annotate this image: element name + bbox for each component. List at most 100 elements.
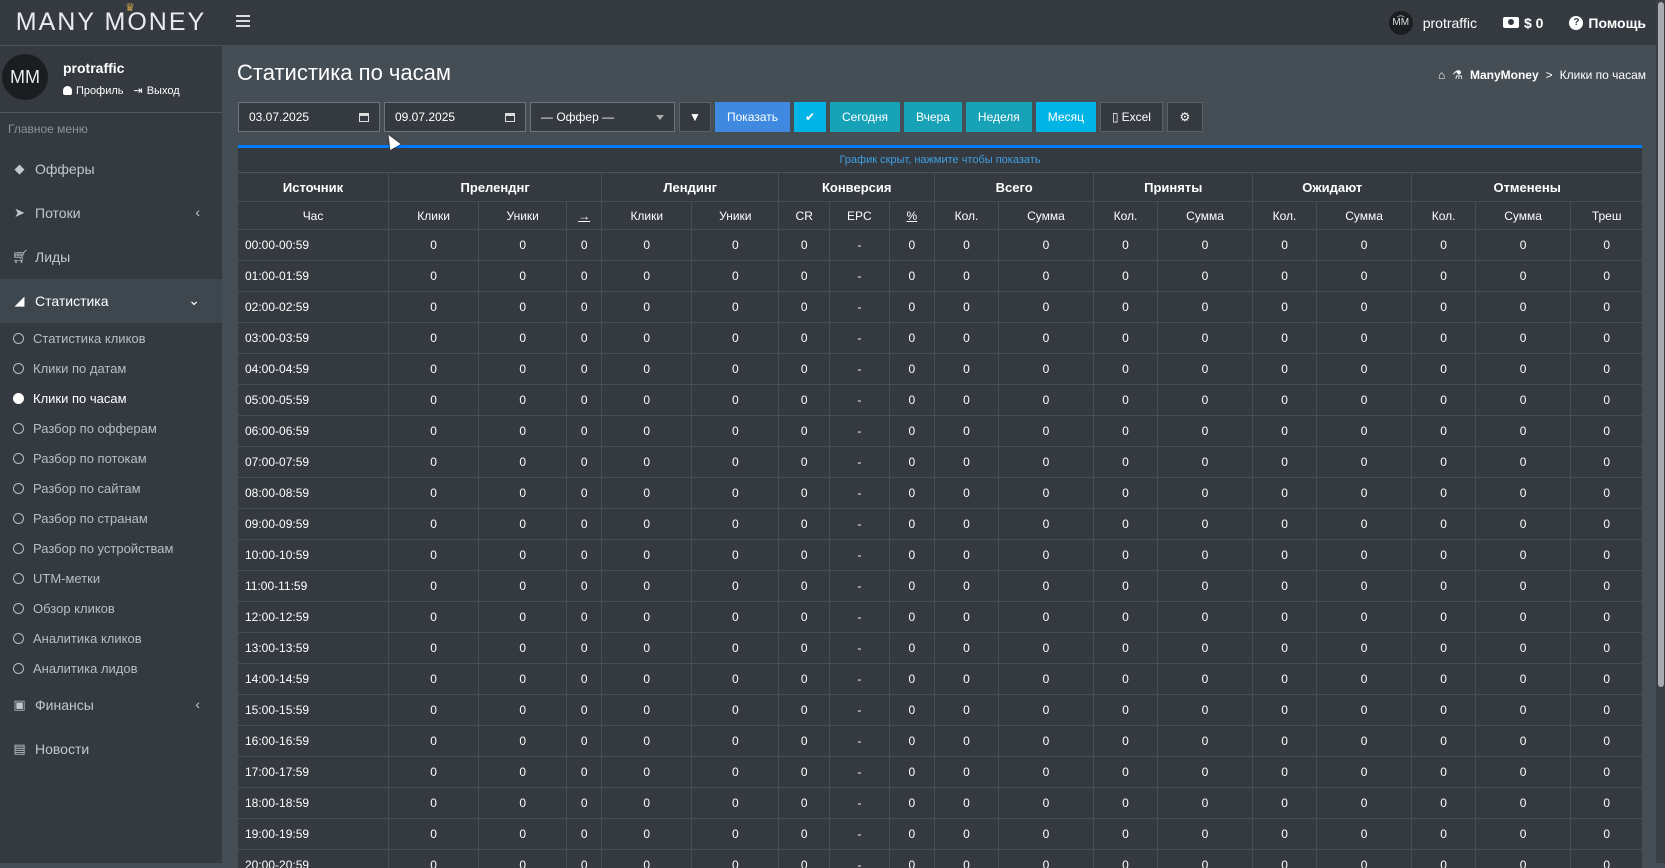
table-cell: 0 bbox=[567, 757, 602, 788]
yesterday-button[interactable]: Вчера bbox=[904, 102, 962, 132]
month-button[interactable]: Месяц bbox=[1036, 102, 1096, 132]
table-cell: 0 bbox=[935, 602, 999, 633]
table-cell: 0 bbox=[1475, 230, 1570, 261]
column-header[interactable]: CR bbox=[779, 202, 830, 230]
table-cell: 0 bbox=[998, 757, 1093, 788]
offer-select[interactable]: — Оффер — bbox=[530, 102, 675, 132]
stats-table: Источник Преленднг Лендинг Конверсия Все… bbox=[238, 173, 1642, 868]
main-content: Статистика по часам ⌂ ⚗ ManyMoney > Клик… bbox=[222, 46, 1656, 863]
hour-cell: 15:00-15:59 bbox=[238, 695, 389, 726]
table-row: 00:00-00:59000000-0000000000 bbox=[238, 230, 1642, 261]
check-double-icon: ✔ bbox=[805, 110, 815, 124]
table-cell: 0 bbox=[779, 478, 830, 509]
navbar-balance[interactable]: $ 0 bbox=[1503, 15, 1543, 31]
navbar-user[interactable]: M͡M protraffic bbox=[1389, 11, 1477, 35]
filter-button[interactable]: ▼ bbox=[679, 102, 711, 132]
sidebar-subitem-clicks-by-date[interactable]: Клики по датам bbox=[0, 353, 222, 383]
column-header[interactable]: Кол. bbox=[1253, 202, 1317, 230]
date-to-input[interactable]: 09.07.2025 bbox=[384, 102, 526, 132]
column-header[interactable]: Сумма bbox=[1157, 202, 1252, 230]
sidebar-item-leads[interactable]: 🛒︎ Лиды bbox=[0, 235, 222, 279]
check-double-button[interactable]: ✔ bbox=[794, 102, 826, 132]
sidebar-subitem-click-stats[interactable]: Статистика кликов bbox=[0, 323, 222, 353]
sidebar-user-name[interactable]: protraffic bbox=[63, 60, 124, 76]
table-cell: 0 bbox=[889, 633, 935, 664]
table-cell: 0 bbox=[1316, 664, 1411, 695]
logout-link[interactable]: ⇥ Выход bbox=[134, 84, 180, 97]
table-cell: 0 bbox=[1571, 850, 1642, 868]
column-header[interactable]: Клики bbox=[389, 202, 479, 230]
table-cell: 0 bbox=[1571, 571, 1642, 602]
sidebar-subitem-by-streams[interactable]: Разбор по потокам bbox=[0, 443, 222, 473]
sidebar-item-offers[interactable]: ◆ Офферы bbox=[0, 147, 222, 191]
sidebar-subitem-click-overview[interactable]: Обзор кликов bbox=[0, 593, 222, 623]
table-cell: 0 bbox=[692, 850, 779, 868]
column-header[interactable]: Сумма bbox=[1475, 202, 1570, 230]
sidebar-subitem-click-analytics[interactable]: Аналитика кликов bbox=[0, 623, 222, 653]
brand-logo[interactable]: ♛ MANY MONEY bbox=[0, 0, 222, 45]
table-cell: 0 bbox=[1253, 540, 1317, 571]
sidebar-subitem-by-offers[interactable]: Разбор по офферам bbox=[0, 413, 222, 443]
today-button[interactable]: Сегодня bbox=[830, 102, 900, 132]
excel-button[interactable]: ▯ Excel bbox=[1100, 102, 1163, 132]
table-cell: 0 bbox=[1253, 261, 1317, 292]
table-cell: 0 bbox=[779, 602, 830, 633]
column-header[interactable]: Кол. bbox=[935, 202, 999, 230]
column-header[interactable]: Уники bbox=[692, 202, 779, 230]
column-header[interactable]: % bbox=[889, 202, 935, 230]
table-cell: - bbox=[830, 571, 889, 602]
sidebar-item-news[interactable]: ▤ Новости bbox=[0, 727, 222, 771]
show-button[interactable]: Показать bbox=[715, 102, 790, 132]
calendar-icon[interactable] bbox=[359, 113, 369, 122]
scrollbar-thumb[interactable] bbox=[1658, 2, 1664, 687]
week-button[interactable]: Неделя bbox=[966, 102, 1032, 132]
table-cell: 0 bbox=[567, 540, 602, 571]
column-header[interactable]: Час bbox=[238, 202, 389, 230]
table-cell: 0 bbox=[692, 540, 779, 571]
column-header[interactable]: Уники bbox=[479, 202, 567, 230]
column-header[interactable]: → bbox=[567, 202, 602, 230]
column-header[interactable]: Сумма bbox=[1316, 202, 1411, 230]
table-cell: 0 bbox=[1571, 230, 1642, 261]
sidebar-item-finance[interactable]: ▣ Финансы ‹ bbox=[0, 683, 222, 727]
column-header[interactable]: Кол. bbox=[1094, 202, 1158, 230]
table-cell: 0 bbox=[602, 230, 692, 261]
table-cell: 0 bbox=[389, 447, 479, 478]
date-from-input[interactable]: 03.07.2025 bbox=[238, 102, 380, 132]
table-cell: 0 bbox=[889, 664, 935, 695]
sidebar-subitem-by-sites[interactable]: Разбор по сайтам bbox=[0, 473, 222, 503]
sidebar-item-streams[interactable]: ➤ Потоки ‹ bbox=[0, 191, 222, 235]
table-cell: 0 bbox=[998, 602, 1093, 633]
sidebar-subitem-clicks-by-hour[interactable]: Клики по часам bbox=[0, 383, 222, 413]
table-cell: 0 bbox=[1316, 726, 1411, 757]
navbar-help[interactable]: ? Помощь bbox=[1569, 15, 1646, 31]
sidebar-item-label: Финансы bbox=[35, 697, 94, 713]
column-header[interactable]: Кол. bbox=[1412, 202, 1476, 230]
column-header[interactable]: Клики bbox=[602, 202, 692, 230]
table-cell: 0 bbox=[998, 633, 1093, 664]
column-header[interactable]: Сумма bbox=[998, 202, 1093, 230]
settings-button[interactable]: ⚙ bbox=[1167, 102, 1203, 132]
profile-link[interactable]: Профиль bbox=[63, 84, 124, 97]
table-row: 15:00-15:59000000-0000000000 bbox=[238, 695, 1642, 726]
table-cell: 0 bbox=[567, 385, 602, 416]
table-cell: 0 bbox=[1094, 788, 1158, 819]
sidebar-subitem-by-countries[interactable]: Разбор по странам bbox=[0, 503, 222, 533]
table-cell: 0 bbox=[692, 602, 779, 633]
chart-toggle-link[interactable]: График скрыт, нажмите чтобы показать bbox=[238, 148, 1642, 173]
date-to-value: 09.07.2025 bbox=[395, 110, 455, 124]
calendar-icon[interactable] bbox=[505, 113, 515, 122]
column-header[interactable]: EPC bbox=[830, 202, 889, 230]
table-cell: 0 bbox=[998, 664, 1093, 695]
column-header[interactable]: Треш bbox=[1571, 202, 1642, 230]
table-cell: 0 bbox=[602, 385, 692, 416]
home-icon[interactable]: ⌂ bbox=[1438, 68, 1445, 82]
sidebar-subitem-by-devices[interactable]: Разбор по устройствам bbox=[0, 533, 222, 563]
breadcrumb-root[interactable]: ManyMoney bbox=[1470, 68, 1539, 82]
table-cell: 0 bbox=[1571, 447, 1642, 478]
sidebar-subitem-utm[interactable]: UTM-метки bbox=[0, 563, 222, 593]
sidebar-subitem-lead-analytics[interactable]: Аналитика лидов bbox=[0, 653, 222, 683]
sidebar-item-statistics[interactable]: ◢ Статистика ⌄ bbox=[0, 279, 222, 323]
hamburger-menu-icon[interactable] bbox=[236, 12, 250, 30]
table-cell: 0 bbox=[602, 788, 692, 819]
